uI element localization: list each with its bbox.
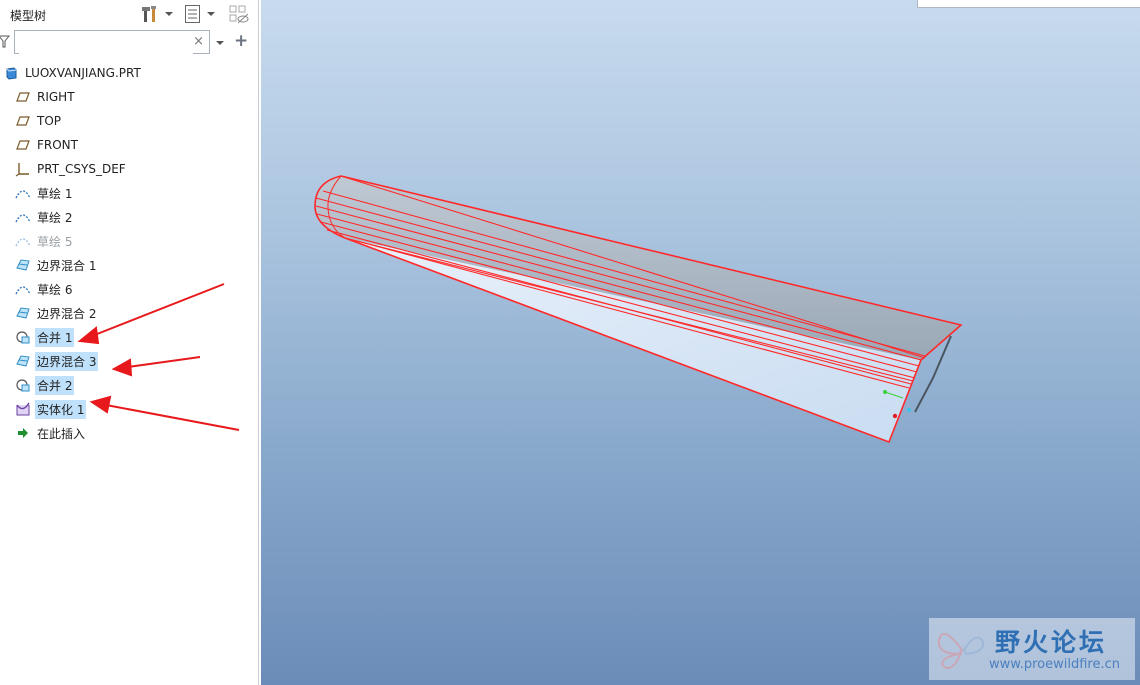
boundary-blend-icon (14, 352, 32, 370)
graphics-viewport[interactable]: 野火论坛 www.proewildfire.cn (261, 0, 1140, 685)
model-tree-item-label: 合并 1 (35, 327, 75, 347)
model-tree-item[interactable]: 合并 1 (14, 326, 75, 348)
datum-plane-icon (14, 88, 32, 106)
model-tree-item[interactable]: RIGHT (14, 86, 77, 108)
boundary-blend-icon (14, 256, 32, 274)
settings-tool-button[interactable] (140, 3, 174, 25)
tree-list-icon (185, 5, 200, 23)
tree-search-input[interactable] (19, 32, 193, 54)
model-tree-item-label: PRT_CSYS_DEF (37, 162, 126, 176)
model-tree-item-label: 边界混合 3 (35, 351, 99, 371)
hammer-tools-icon (142, 6, 156, 22)
part-icon (2, 64, 20, 82)
watermark-title: 野火论坛 (995, 628, 1108, 657)
watermark-url: www.proewildfire.cn (989, 657, 1120, 672)
model-tree-item[interactable]: 边界混合 2 (14, 302, 98, 324)
watermark-logo: 野火论坛 www.proewildfire.cn (929, 618, 1135, 680)
chevron-down-icon (207, 12, 215, 16)
model-tree-item-label: 合并 2 (35, 375, 75, 395)
model-tree-item-label: 草绘 6 (37, 282, 73, 297)
sketch-icon (14, 232, 32, 250)
model-tree-item[interactable]: TOP (14, 110, 63, 132)
search-options-chevron-icon[interactable] (215, 38, 225, 48)
sketch-icon (14, 280, 32, 298)
datum-plane-icon (14, 112, 32, 130)
model-tree-item[interactable]: 在此插入 (14, 422, 87, 444)
model-tree-item[interactable]: 边界混合 1 (14, 254, 98, 276)
coordinate-system-icon (14, 160, 32, 178)
model-tree-item-label: 边界混合 2 (37, 306, 97, 321)
model-tree-item-label: 实体化 1 (35, 399, 87, 419)
sketch-icon (14, 184, 32, 202)
model-tree-item-label: RIGHT (37, 90, 75, 104)
model-tree-title: 模型树 (10, 9, 47, 23)
model-tree-item[interactable]: 草绘 6 (14, 278, 74, 300)
model-tree-panel: 模型树 × + LUOXVANJIANG.PRT RIGHT TOP FRONT… (0, 0, 259, 685)
model-tree-item-label: 草绘 1 (37, 186, 73, 201)
model-tree-item[interactable]: 草绘 2 (14, 206, 74, 228)
tree-search-box: × (14, 30, 210, 54)
model-tree-item[interactable]: 草绘 5 (14, 230, 74, 252)
model-tree-header: 模型树 (0, 0, 258, 28)
model-tree-item[interactable]: PRT_CSYS_DEF (14, 158, 128, 180)
show-tree-button[interactable] (184, 3, 216, 25)
model-tree-item-label: 草绘 2 (37, 210, 73, 225)
insert-here-arrow-icon (14, 424, 32, 442)
model-tree-item-label: FRONT (37, 138, 78, 152)
model-tree-item[interactable]: LUOXVANJIANG.PRT (2, 62, 143, 84)
add-filter-icon[interactable]: + (234, 31, 248, 51)
solidify-icon (14, 400, 32, 418)
filter-funnel-icon[interactable] (0, 35, 10, 49)
datum-plane-icon (14, 136, 32, 154)
model-canvas (314, 175, 963, 444)
model-tree-item-label: TOP (37, 114, 62, 128)
model-tree-item-label: LUOXVANJIANG.PRT (25, 66, 141, 80)
clear-search-icon[interactable]: × (193, 34, 204, 49)
model-tree-item-label: 边界混合 1 (37, 258, 97, 273)
merge-icon (14, 328, 32, 346)
top-right-panel-edge (917, 0, 1140, 8)
model-tree-item[interactable]: FRONT (14, 134, 80, 156)
model-tree-item[interactable]: 合并 2 (14, 374, 75, 396)
merge-icon (14, 376, 32, 394)
model-tree-item[interactable]: 草绘 1 (14, 182, 74, 204)
hide-items-icon (229, 5, 249, 24)
model-tree-item-label: 在此插入 (37, 426, 86, 441)
tree-search-row: × + (0, 28, 258, 58)
sketch-icon (14, 208, 32, 226)
butterfly-logo-icon (937, 632, 985, 669)
model-tree-item-label: 草绘 5 (37, 234, 73, 249)
wing-blade-model[interactable] (314, 175, 963, 444)
chevron-down-icon (165, 12, 173, 16)
model-tree-item[interactable]: 边界混合 3 (14, 350, 99, 372)
model-tree-item[interactable]: 实体化 1 (14, 398, 87, 420)
boundary-blend-icon (14, 304, 32, 322)
tree-filter-toggle-button[interactable] (228, 3, 250, 25)
